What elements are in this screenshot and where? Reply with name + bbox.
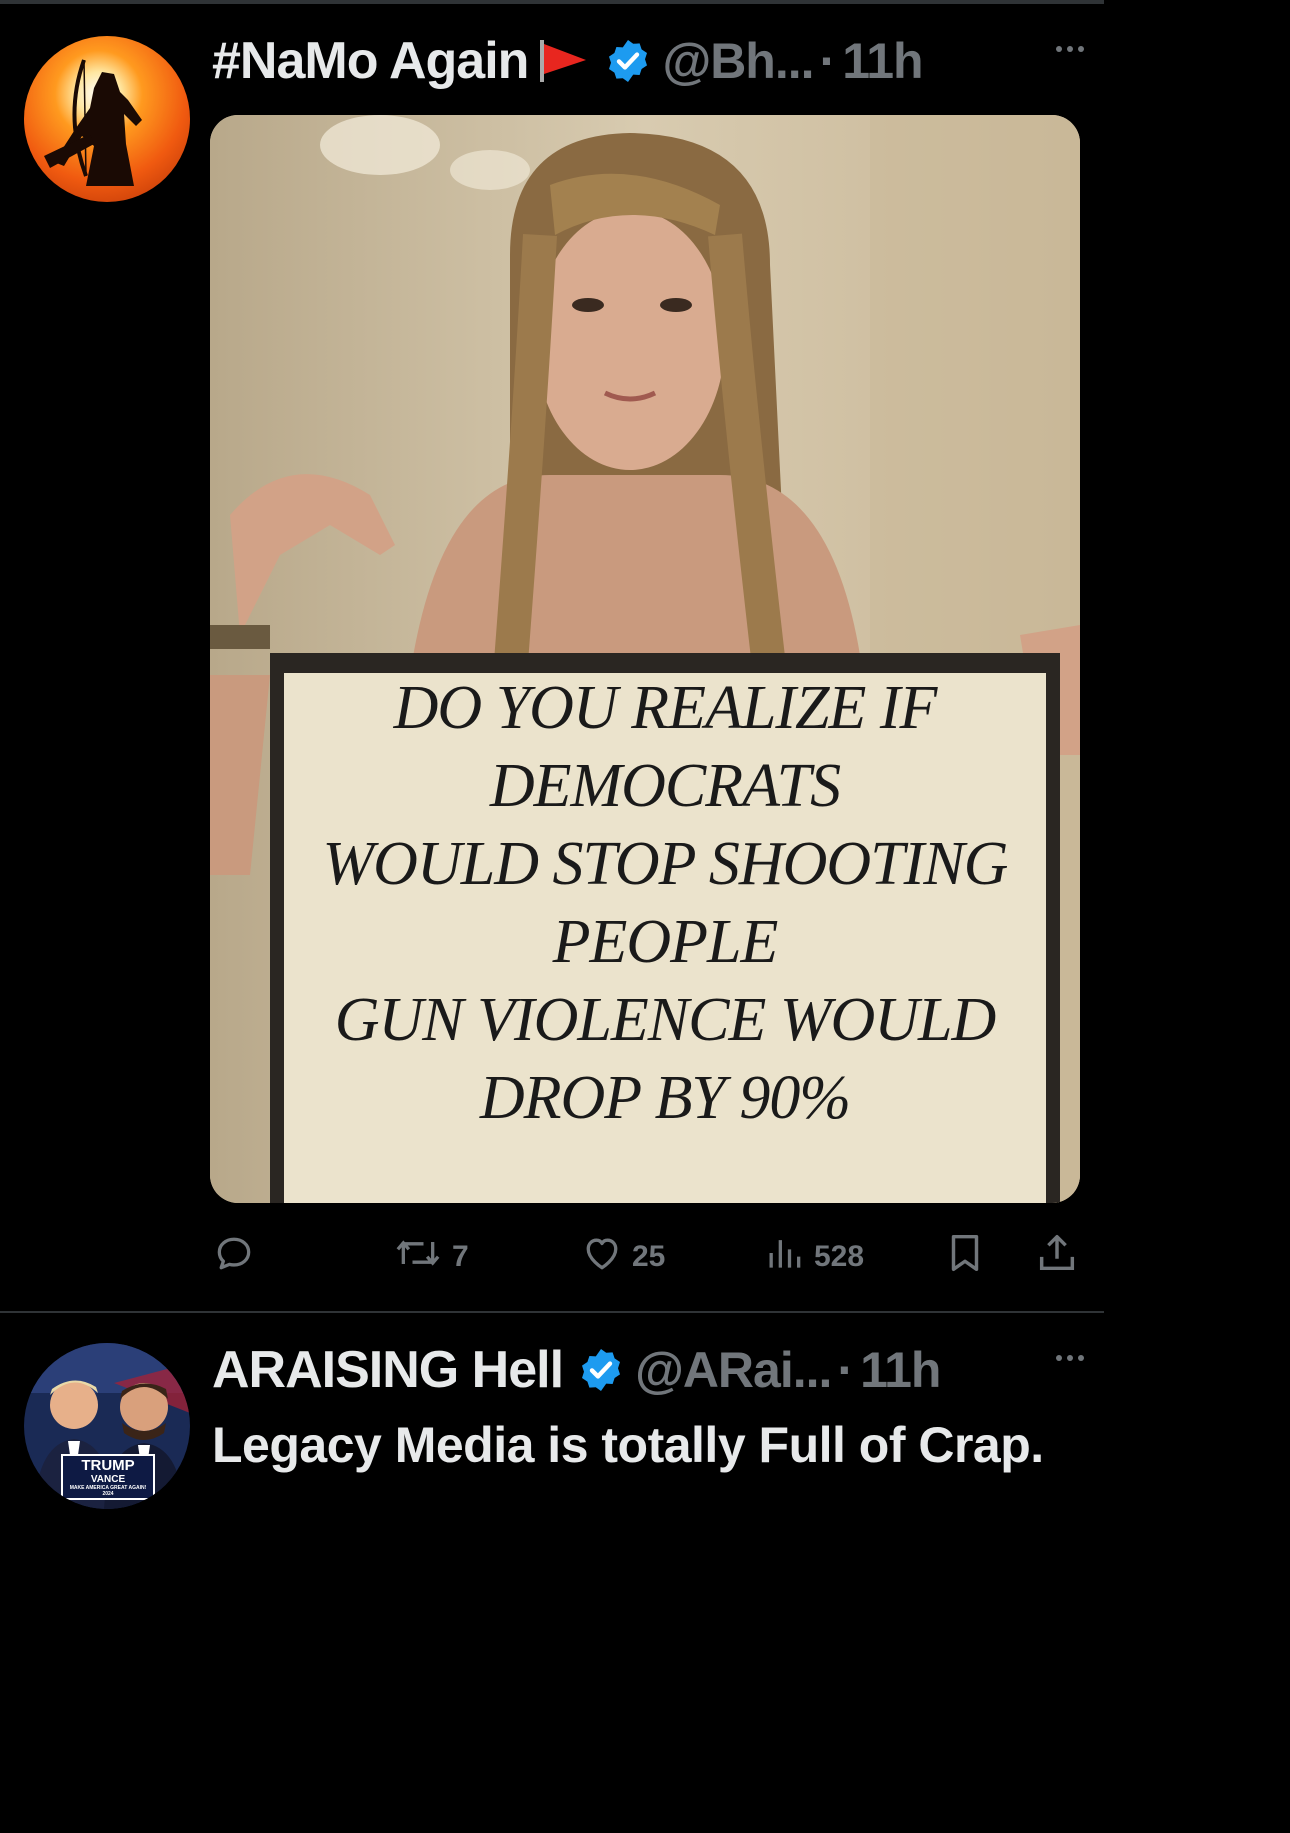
retweet-icon — [392, 1231, 444, 1283]
retweet-button[interactable]: 7 — [392, 1222, 469, 1292]
verified-badge-icon — [577, 1346, 625, 1394]
tweet-header: ARAISING Hell @ARai... · 11h — [212, 1335, 1084, 1405]
handle[interactable]: @Bh... — [662, 32, 814, 90]
separator-dot: · — [819, 33, 837, 89]
tweet[interactable]: #NaMo Again @Bh... · 11h DO YOU REALIZE … — [0, 4, 1104, 1311]
bookmark-button[interactable] — [942, 1222, 988, 1292]
more-icon[interactable] — [1056, 46, 1084, 52]
avatar-sign-line1: TRUMP — [81, 1457, 135, 1474]
share-button[interactable] — [1034, 1222, 1080, 1292]
handle[interactable]: @ARai... — [635, 1341, 832, 1399]
held-sign: DO YOU REALIZE IF DEMOCRATS WOULD STOP S… — [270, 653, 1060, 1203]
reply-icon — [212, 1231, 256, 1283]
more-icon[interactable] — [1056, 1355, 1084, 1361]
display-name[interactable]: ARAISING Hell — [212, 1340, 564, 1400]
views-icon — [762, 1231, 806, 1283]
view-count: 528 — [814, 1240, 865, 1273]
bookmark-icon — [942, 1230, 988, 1284]
avatar[interactable] — [24, 36, 190, 202]
verified-badge-icon — [604, 37, 652, 85]
timestamp[interactable]: 11h — [842, 32, 923, 90]
retweet-count: 7 — [452, 1240, 469, 1273]
sign-text: DO YOU REALIZE IF DEMOCRATS WOULD STOP S… — [322, 674, 1009, 1132]
display-name[interactable]: #NaMo Again — [212, 31, 529, 91]
like-button[interactable]: 25 — [580, 1222, 665, 1292]
like-icon — [580, 1231, 624, 1283]
flag-icon — [538, 38, 590, 84]
sign-panel: DO YOU REALIZE IF DEMOCRATS WOULD STOP S… — [284, 673, 1046, 1203]
tweet-header: #NaMo Again @Bh... · 11h — [212, 26, 1084, 96]
views-button[interactable]: 528 — [762, 1222, 864, 1292]
avatar-sign-line4: 2024 — [102, 1491, 114, 1497]
avatar[interactable]: TRUMP VANCE MAKE AMERICA GREAT AGAIN! 20… — [24, 1343, 190, 1509]
tweet-text: Legacy Media is totally Full of Crap. — [212, 1417, 1044, 1473]
tweet-actions: 7 25 528 — [212, 1222, 1082, 1292]
separator-dot: · — [837, 1342, 855, 1398]
tweet[interactable]: TRUMP VANCE MAKE AMERICA GREAT AGAIN! 20… — [0, 1313, 1104, 1568]
share-icon — [1034, 1230, 1080, 1284]
reply-button[interactable] — [212, 1222, 264, 1292]
avatar-sign-line2: VANCE — [90, 1474, 126, 1485]
tweet-media-photo[interactable]: DO YOU REALIZE IF DEMOCRATS WOULD STOP S… — [210, 115, 1080, 1203]
like-count: 25 — [632, 1240, 666, 1273]
timestamp[interactable]: 11h — [860, 1341, 941, 1399]
